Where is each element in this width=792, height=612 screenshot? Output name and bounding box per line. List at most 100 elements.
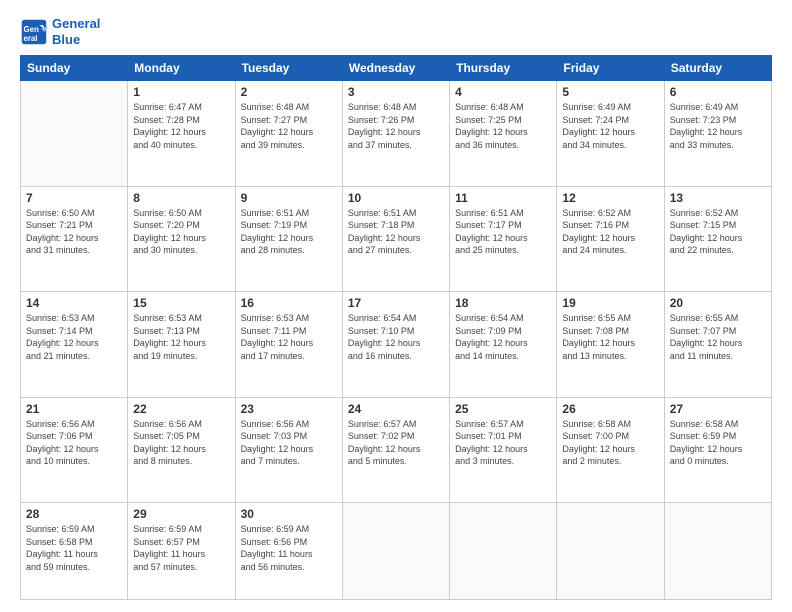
calendar-cell <box>21 81 128 186</box>
calendar-cell: 19 Sunrise: 6:55 AM Sunset: 7:08 PM Dayli… <box>557 292 664 397</box>
logo-text: GeneralBlue <box>52 16 100 47</box>
weekday-header: Saturday <box>664 56 771 81</box>
day-info: Sunrise: 6:47 AM Sunset: 7:28 PM Dayligh… <box>133 101 229 151</box>
day-info: Sunrise: 6:53 AM Sunset: 7:11 PM Dayligh… <box>241 312 337 362</box>
day-number: 19 <box>562 296 658 310</box>
calendar-cell: 27 Sunrise: 6:58 AM Sunset: 6:59 PM Dayli… <box>664 397 771 502</box>
day-number: 21 <box>26 402 122 416</box>
calendar-cell: 17Sunrise: 6:54 AM Sunset: 7:10 PM Dayli… <box>342 292 449 397</box>
day-number: 4 <box>455 85 551 99</box>
weekday-header: Wednesday <box>342 56 449 81</box>
calendar-cell: 7 Sunrise: 6:50 AM Sunset: 7:21 PM Daylig… <box>21 186 128 291</box>
calendar-cell: 4 Sunrise: 6:48 AM Sunset: 7:25 PM Daylig… <box>450 81 557 186</box>
header: Gen eral GeneralBlue <box>20 16 772 47</box>
calendar-cell <box>342 503 449 600</box>
weekday-header: Thursday <box>450 56 557 81</box>
day-info: Sunrise: 6:56 AM Sunset: 7:03 PM Dayligh… <box>241 418 337 468</box>
day-info: Sunrise: 6:50 AM Sunset: 7:21 PM Dayligh… <box>26 207 122 257</box>
day-info: Sunrise: 6:57 AM Sunset: 7:01 PM Dayligh… <box>455 418 551 468</box>
day-number: 10 <box>348 191 444 205</box>
calendar-header-row: SundayMondayTuesdayWednesdayThursdayFrid… <box>21 56 772 81</box>
day-info: Sunrise: 6:58 AM Sunset: 6:59 PM Dayligh… <box>670 418 766 468</box>
weekday-header: Monday <box>128 56 235 81</box>
calendar-cell <box>450 503 557 600</box>
day-info: Sunrise: 6:55 AM Sunset: 7:08 PM Dayligh… <box>562 312 658 362</box>
day-number: 26 <box>562 402 658 416</box>
day-number: 5 <box>562 85 658 99</box>
calendar-cell: 23 Sunrise: 6:56 AM Sunset: 7:03 PM Dayli… <box>235 397 342 502</box>
calendar-cell: 16 Sunrise: 6:53 AM Sunset: 7:11 PM Dayli… <box>235 292 342 397</box>
day-number: 13 <box>670 191 766 205</box>
day-number: 22 <box>133 402 229 416</box>
day-info: Sunrise: 6:49 AM Sunset: 7:24 PM Dayligh… <box>562 101 658 151</box>
calendar-week-row: 7 Sunrise: 6:50 AM Sunset: 7:21 PM Daylig… <box>21 186 772 291</box>
day-info: Sunrise: 6:50 AM Sunset: 7:20 PM Dayligh… <box>133 207 229 257</box>
day-number: 16 <box>241 296 337 310</box>
day-number: 29 <box>133 507 229 521</box>
day-info: Sunrise: 6:58 AM Sunset: 7:00 PM Dayligh… <box>562 418 658 468</box>
calendar-cell <box>557 503 664 600</box>
calendar-cell: 6Sunrise: 6:49 AM Sunset: 7:23 PM Daylig… <box>664 81 771 186</box>
weekday-header: Friday <box>557 56 664 81</box>
day-number: 1 <box>133 85 229 99</box>
page: Gen eral GeneralBlue SundayMondayTuesday… <box>0 0 792 612</box>
day-info: Sunrise: 6:56 AM Sunset: 7:05 PM Dayligh… <box>133 418 229 468</box>
calendar-cell: 15Sunrise: 6:53 AM Sunset: 7:13 PM Dayli… <box>128 292 235 397</box>
day-info: Sunrise: 6:51 AM Sunset: 7:17 PM Dayligh… <box>455 207 551 257</box>
day-info: Sunrise: 6:55 AM Sunset: 7:07 PM Dayligh… <box>670 312 766 362</box>
svg-text:eral: eral <box>24 33 38 42</box>
calendar-week-row: 14 Sunrise: 6:53 AM Sunset: 7:14 PM Dayli… <box>21 292 772 397</box>
day-info: Sunrise: 6:52 AM Sunset: 7:16 PM Dayligh… <box>562 207 658 257</box>
calendar-cell: 28 Sunrise: 6:59 AM Sunset: 6:58 PM Dayli… <box>21 503 128 600</box>
calendar-cell: 9Sunrise: 6:51 AM Sunset: 7:19 PM Daylig… <box>235 186 342 291</box>
calendar-cell: 1 Sunrise: 6:47 AM Sunset: 7:28 PM Daylig… <box>128 81 235 186</box>
day-number: 28 <box>26 507 122 521</box>
weekday-header: Tuesday <box>235 56 342 81</box>
calendar-cell: 8Sunrise: 6:50 AM Sunset: 7:20 PM Daylig… <box>128 186 235 291</box>
calendar-cell: 2Sunrise: 6:48 AM Sunset: 7:27 PM Daylig… <box>235 81 342 186</box>
day-number: 14 <box>26 296 122 310</box>
day-info: Sunrise: 6:54 AM Sunset: 7:10 PM Dayligh… <box>348 312 444 362</box>
day-info: Sunrise: 6:56 AM Sunset: 7:06 PM Dayligh… <box>26 418 122 468</box>
calendar-cell: 13 Sunrise: 6:52 AM Sunset: 7:15 PM Dayli… <box>664 186 771 291</box>
calendar-cell: 20 Sunrise: 6:55 AM Sunset: 7:07 PM Dayli… <box>664 292 771 397</box>
calendar-cell: 3Sunrise: 6:48 AM Sunset: 7:26 PM Daylig… <box>342 81 449 186</box>
calendar-cell: 11 Sunrise: 6:51 AM Sunset: 7:17 PM Dayli… <box>450 186 557 291</box>
logo-icon: Gen eral <box>20 18 48 46</box>
day-number: 27 <box>670 402 766 416</box>
day-number: 20 <box>670 296 766 310</box>
day-info: Sunrise: 6:59 AM Sunset: 6:58 PM Dayligh… <box>26 523 122 573</box>
day-info: Sunrise: 6:52 AM Sunset: 7:15 PM Dayligh… <box>670 207 766 257</box>
day-info: Sunrise: 6:59 AM Sunset: 6:56 PM Dayligh… <box>241 523 337 573</box>
day-number: 30 <box>241 507 337 521</box>
calendar-week-row: 1 Sunrise: 6:47 AM Sunset: 7:28 PM Daylig… <box>21 81 772 186</box>
calendar-cell: 21 Sunrise: 6:56 AM Sunset: 7:06 PM Dayli… <box>21 397 128 502</box>
day-number: 24 <box>348 402 444 416</box>
day-info: Sunrise: 6:57 AM Sunset: 7:02 PM Dayligh… <box>348 418 444 468</box>
day-number: 11 <box>455 191 551 205</box>
calendar-cell: 26 Sunrise: 6:58 AM Sunset: 7:00 PM Dayli… <box>557 397 664 502</box>
day-number: 12 <box>562 191 658 205</box>
day-number: 6 <box>670 85 766 99</box>
day-info: Sunrise: 6:48 AM Sunset: 7:25 PM Dayligh… <box>455 101 551 151</box>
svg-text:Gen: Gen <box>24 25 39 34</box>
day-info: Sunrise: 6:48 AM Sunset: 7:27 PM Dayligh… <box>241 101 337 151</box>
calendar-cell: 12 Sunrise: 6:52 AM Sunset: 7:16 PM Dayli… <box>557 186 664 291</box>
day-number: 23 <box>241 402 337 416</box>
day-info: Sunrise: 6:48 AM Sunset: 7:26 PM Dayligh… <box>348 101 444 151</box>
day-number: 25 <box>455 402 551 416</box>
calendar-cell: 10Sunrise: 6:51 AM Sunset: 7:18 PM Dayli… <box>342 186 449 291</box>
day-info: Sunrise: 6:51 AM Sunset: 7:19 PM Dayligh… <box>241 207 337 257</box>
day-info: Sunrise: 6:54 AM Sunset: 7:09 PM Dayligh… <box>455 312 551 362</box>
calendar-cell: 25 Sunrise: 6:57 AM Sunset: 7:01 PM Dayli… <box>450 397 557 502</box>
day-info: Sunrise: 6:53 AM Sunset: 7:14 PM Dayligh… <box>26 312 122 362</box>
logo: Gen eral GeneralBlue <box>20 16 100 47</box>
day-info: Sunrise: 6:59 AM Sunset: 6:57 PM Dayligh… <box>133 523 229 573</box>
calendar-cell: 30 Sunrise: 6:59 AM Sunset: 6:56 PM Dayli… <box>235 503 342 600</box>
calendar-cell: 5 Sunrise: 6:49 AM Sunset: 7:24 PM Daylig… <box>557 81 664 186</box>
calendar-cell: 14 Sunrise: 6:53 AM Sunset: 7:14 PM Dayli… <box>21 292 128 397</box>
calendar-week-row: 21 Sunrise: 6:56 AM Sunset: 7:06 PM Dayli… <box>21 397 772 502</box>
calendar-cell: 22 Sunrise: 6:56 AM Sunset: 7:05 PM Dayli… <box>128 397 235 502</box>
calendar-table: SundayMondayTuesdayWednesdayThursdayFrid… <box>20 55 772 600</box>
day-number: 7 <box>26 191 122 205</box>
